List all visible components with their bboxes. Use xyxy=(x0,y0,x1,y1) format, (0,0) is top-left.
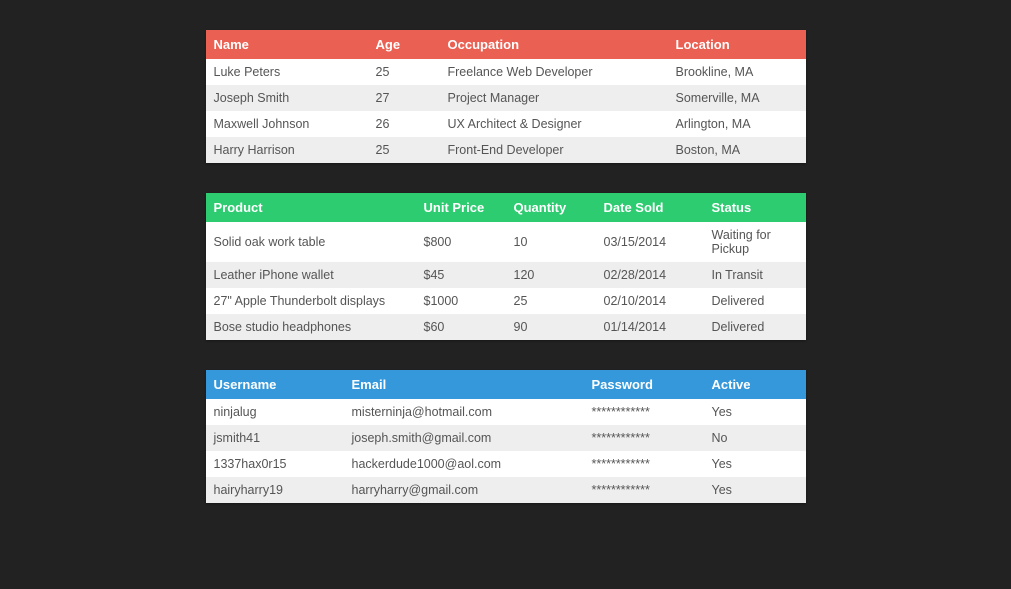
cell: ************ xyxy=(584,399,704,425)
cell: Boston, MA xyxy=(668,137,806,163)
cell: harryharry@gmail.com xyxy=(344,477,584,503)
cell: No xyxy=(704,425,806,451)
col-header: Age xyxy=(368,30,440,59)
cell: Delivered xyxy=(704,314,806,340)
table-row: ninjalug misterninja@hotmail.com *******… xyxy=(206,399,806,425)
cell: 120 xyxy=(506,262,596,288)
cell: ************ xyxy=(584,477,704,503)
table-row: jsmith41 joseph.smith@gmail.com ********… xyxy=(206,425,806,451)
col-header: Name xyxy=(206,30,368,59)
cell: Yes xyxy=(704,477,806,503)
table-row: Bose studio headphones $60 90 01/14/2014… xyxy=(206,314,806,340)
cell: 25 xyxy=(506,288,596,314)
cell: hairyharry19 xyxy=(206,477,344,503)
cell: 26 xyxy=(368,111,440,137)
col-header: Unit Price xyxy=(416,193,506,222)
cell: 01/14/2014 xyxy=(596,314,704,340)
cell: Bose studio headphones xyxy=(206,314,416,340)
cell: Waiting for Pickup xyxy=(704,222,806,262)
col-header: Quantity xyxy=(506,193,596,222)
col-header: Location xyxy=(668,30,806,59)
cell: 10 xyxy=(506,222,596,262)
cell: Arlington, MA xyxy=(668,111,806,137)
col-header: Date Sold xyxy=(596,193,704,222)
cell: Yes xyxy=(704,451,806,477)
cell: Harry Harrison xyxy=(206,137,368,163)
col-header: Product xyxy=(206,193,416,222)
cell: Brookline, MA xyxy=(668,59,806,85)
table-header-row: Product Unit Price Quantity Date Sold St… xyxy=(206,193,806,222)
table-row: 1337hax0r15 hackerdude1000@aol.com *****… xyxy=(206,451,806,477)
table-row: Leather iPhone wallet $45 120 02/28/2014… xyxy=(206,262,806,288)
cell: $1000 xyxy=(416,288,506,314)
cell: joseph.smith@gmail.com xyxy=(344,425,584,451)
cell: Solid oak work table xyxy=(206,222,416,262)
cell: In Transit xyxy=(704,262,806,288)
table-row: 27" Apple Thunderbolt displays $1000 25 … xyxy=(206,288,806,314)
cell: 90 xyxy=(506,314,596,340)
cell: Freelance Web Developer xyxy=(440,59,668,85)
cell: UX Architect & Designer xyxy=(440,111,668,137)
cell: Leather iPhone wallet xyxy=(206,262,416,288)
table-row: Joseph Smith 27 Project Manager Somervil… xyxy=(206,85,806,111)
col-header: Active xyxy=(704,370,806,399)
cell: Joseph Smith xyxy=(206,85,368,111)
cell: ************ xyxy=(584,425,704,451)
cell: 02/28/2014 xyxy=(596,262,704,288)
table-row: Luke Peters 25 Freelance Web Developer B… xyxy=(206,59,806,85)
col-header: Username xyxy=(206,370,344,399)
table-row: hairyharry19 harryharry@gmail.com ******… xyxy=(206,477,806,503)
table-row: Solid oak work table $800 10 03/15/2014 … xyxy=(206,222,806,262)
cell: ninjalug xyxy=(206,399,344,425)
table-row: Maxwell Johnson 26 UX Architect & Design… xyxy=(206,111,806,137)
cell: misterninja@hotmail.com xyxy=(344,399,584,425)
people-table: Name Age Occupation Location Luke Peters… xyxy=(206,30,806,163)
cell: 27 xyxy=(368,85,440,111)
cell: 1337hax0r15 xyxy=(206,451,344,477)
cell: 27" Apple Thunderbolt displays xyxy=(206,288,416,314)
cell: Yes xyxy=(704,399,806,425)
col-header: Occupation xyxy=(440,30,668,59)
cell: 02/10/2014 xyxy=(596,288,704,314)
cell: ************ xyxy=(584,451,704,477)
cell: $45 xyxy=(416,262,506,288)
col-header: Password xyxy=(584,370,704,399)
table-header-row: Name Age Occupation Location xyxy=(206,30,806,59)
cell: 25 xyxy=(368,59,440,85)
cell: Delivered xyxy=(704,288,806,314)
products-table: Product Unit Price Quantity Date Sold St… xyxy=(206,193,806,340)
cell: Somerville, MA xyxy=(668,85,806,111)
table-row: Harry Harrison 25 Front-End Developer Bo… xyxy=(206,137,806,163)
cell: Project Manager xyxy=(440,85,668,111)
table-header-row: Username Email Password Active xyxy=(206,370,806,399)
cell: 03/15/2014 xyxy=(596,222,704,262)
cell: Front-End Developer xyxy=(440,137,668,163)
users-table: Username Email Password Active ninjalug … xyxy=(206,370,806,503)
page-container: Name Age Occupation Location Luke Peters… xyxy=(206,0,806,503)
cell: jsmith41 xyxy=(206,425,344,451)
cell: 25 xyxy=(368,137,440,163)
cell: hackerdude1000@aol.com xyxy=(344,451,584,477)
col-header: Status xyxy=(704,193,806,222)
col-header: Email xyxy=(344,370,584,399)
cell: $60 xyxy=(416,314,506,340)
cell: Maxwell Johnson xyxy=(206,111,368,137)
cell: $800 xyxy=(416,222,506,262)
cell: Luke Peters xyxy=(206,59,368,85)
